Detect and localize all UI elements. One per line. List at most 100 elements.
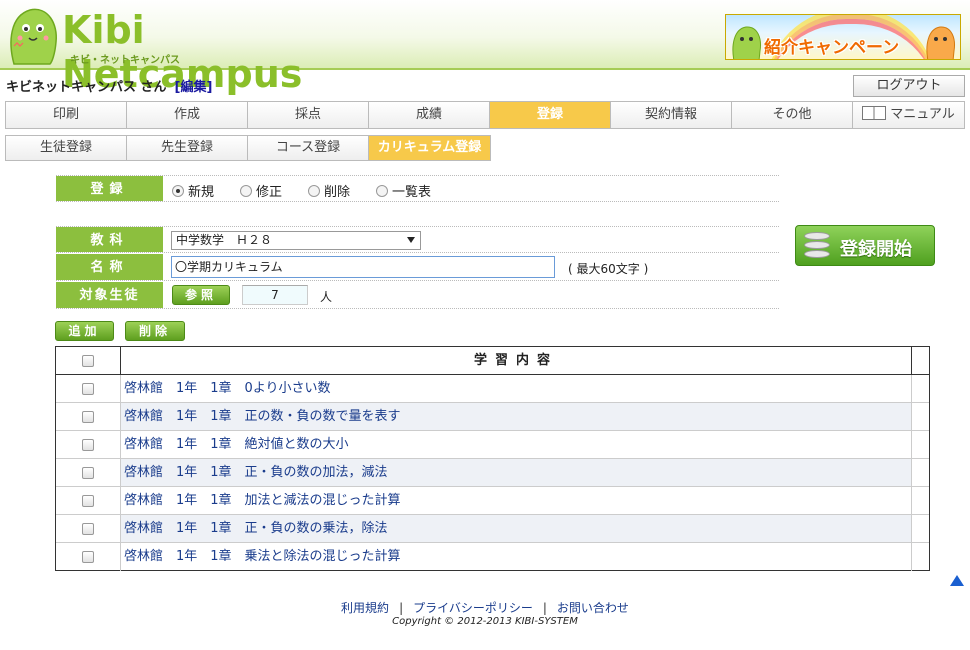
scrollbar-track[interactable] xyxy=(911,347,929,374)
row-content[interactable]: 啓林館 1年 1章 正の数・負の数で量を表す xyxy=(121,403,911,430)
scroll-to-top-icon[interactable] xyxy=(950,575,964,586)
select-all-cell xyxy=(56,347,121,374)
row-content[interactable]: 啓林館 1年 1章 正・負の数の加法，減法 xyxy=(121,459,911,486)
row-checkbox[interactable] xyxy=(82,523,94,535)
chevron-down-icon xyxy=(407,237,415,243)
curriculum-name-input[interactable]: 〇学期カリキュラム xyxy=(171,256,555,278)
mode-delete-label: 削除 xyxy=(324,185,351,200)
name-max-length-hint: ( 最大60文字 ) xyxy=(568,262,649,276)
row-checkbox[interactable] xyxy=(82,495,94,507)
register-start-label: 登録開始 xyxy=(840,239,912,260)
terms-link[interactable]: 利用規約 xyxy=(341,601,389,615)
row-edge xyxy=(911,543,929,571)
mode-delete-radio[interactable]: 削除 xyxy=(308,181,350,200)
mode-edit-label: 修正 xyxy=(256,185,283,200)
mode-list-radio[interactable]: 一覧表 xyxy=(376,181,431,200)
row-content[interactable]: 啓林館 1年 1章 0より小さい数 xyxy=(121,375,911,402)
subnav-teacher-register[interactable]: 先生登録 xyxy=(127,136,248,160)
campaign-mascot-orange-icon xyxy=(926,26,955,59)
name-label: 名称 xyxy=(56,254,163,280)
mode-edit-radio[interactable]: 修正 xyxy=(240,181,282,200)
table-row: 啓林館 1年 1章 正の数・負の数で量を表す xyxy=(56,403,929,431)
table-row: 啓林館 1年 1章 乗法と除法の混じった計算 xyxy=(56,543,929,571)
kibi-netcampus-logo[interactable]: Kibi Netcampus キビ・ネットキャンパス xyxy=(4,2,344,96)
campaign-mascot-icon xyxy=(732,26,761,59)
subject-label: 教科 xyxy=(56,227,163,252)
row-edge xyxy=(911,487,929,514)
subnav-course-register[interactable]: コース登録 xyxy=(248,136,369,160)
nav-register[interactable]: 登録 xyxy=(490,102,611,128)
subnav-student-register[interactable]: 生徒登録 xyxy=(6,136,127,160)
database-icon xyxy=(804,232,830,260)
logout-button[interactable]: ログアウト xyxy=(853,75,965,97)
mode-row: 登録 新規 修正 削除 一覧表 xyxy=(56,175,779,202)
footer-separator: | xyxy=(542,601,547,615)
name-row: 名称 〇学期カリキュラム ( 最大60文字 ) xyxy=(56,254,779,281)
register-start-button[interactable]: 登録開始 xyxy=(795,225,935,266)
subnav-curriculum-register[interactable]: カリキュラム登録 xyxy=(369,136,490,160)
table-header: 学習内容 xyxy=(56,347,929,375)
row-content[interactable]: 啓林館 1年 1章 正・負の数の乗法，除法 xyxy=(121,515,911,542)
row-checkbox-cell xyxy=(56,543,121,571)
row-content[interactable]: 啓林館 1年 1章 乗法と除法の混じった計算 xyxy=(121,543,911,571)
row-checkbox-cell xyxy=(56,487,121,514)
row-checkbox-cell xyxy=(56,459,121,486)
nav-other[interactable]: その他 xyxy=(732,102,853,128)
book-icon xyxy=(862,106,887,120)
copyright: Copyright © 2012-2013 KIBI-SYSTEM xyxy=(392,616,578,627)
nav-contract[interactable]: 契約情報 xyxy=(611,102,732,128)
mode-radio-group: 新規 修正 削除 一覧表 xyxy=(172,181,457,200)
mode-new-label: 新規 xyxy=(188,185,215,200)
nav-results[interactable]: 成績 xyxy=(369,102,490,128)
table-row: 啓林館 1年 1章 正・負の数の乗法，除法 xyxy=(56,515,929,543)
row-edge xyxy=(911,459,929,486)
radio-dot xyxy=(308,184,321,197)
radio-dot xyxy=(376,184,389,197)
row-checkbox-cell xyxy=(56,375,121,402)
nav-grading[interactable]: 採点 xyxy=(248,102,369,128)
target-count-unit: 人 xyxy=(320,290,333,304)
subject-select[interactable]: 中学数学 Ｈ２８ xyxy=(171,231,421,250)
row-edge xyxy=(911,375,929,402)
row-checkbox[interactable] xyxy=(82,467,94,479)
nav-create[interactable]: 作成 xyxy=(127,102,248,128)
privacy-policy-link[interactable]: プライバシーポリシー xyxy=(413,601,533,615)
nav-manual[interactable]: マニュアル xyxy=(853,102,964,128)
row-checkbox[interactable] xyxy=(82,411,94,423)
mode-label: 登録 xyxy=(56,176,163,201)
reference-button[interactable]: 参照 xyxy=(172,285,230,305)
mode-list-label: 一覧表 xyxy=(392,185,432,200)
delete-button[interactable]: 削除 xyxy=(125,321,185,341)
nav-print[interactable]: 印刷 xyxy=(6,102,127,128)
edit-profile-link[interactable]: [編集] xyxy=(175,80,213,95)
target-students-row: 対象生徒 参照 7 人 xyxy=(56,282,779,309)
mascot-icon xyxy=(10,8,57,65)
row-content[interactable]: 啓林館 1年 1章 加法と減法の混じった計算 xyxy=(121,487,911,514)
select-all-checkbox[interactable] xyxy=(82,355,94,367)
row-edge xyxy=(911,515,929,542)
row-edge xyxy=(911,403,929,430)
learning-content-table: 学習内容 啓林館 1年 1章 0より小さい数 啓林館 1年 1章 正の数・負の数… xyxy=(55,346,930,571)
site-header: Kibi Netcampus キビ・ネットキャンパス 紹介キャンペーン xyxy=(0,0,970,96)
add-button[interactable]: 追加 xyxy=(55,321,114,341)
footer-links: 利用規約 | プライバシーポリシー | お問い合わせ xyxy=(0,599,970,616)
row-content[interactable]: 啓林館 1年 1章 絶対値と数の大小 xyxy=(121,431,911,458)
referral-campaign-banner[interactable]: 紹介キャンペーン xyxy=(725,14,961,60)
campaign-label: 紹介キャンペーン xyxy=(764,38,900,58)
table-row: 啓林館 1年 1章 0より小さい数 xyxy=(56,375,929,403)
radio-dot xyxy=(240,184,253,197)
table-row: 啓林館 1年 1章 加法と減法の混じった計算 xyxy=(56,487,929,515)
subject-row: 教科 中学数学 Ｈ２８ xyxy=(56,226,779,253)
user-name: キビネットキャンパス さん xyxy=(6,80,167,95)
mode-new-radio[interactable]: 新規 xyxy=(172,181,214,200)
row-checkbox[interactable] xyxy=(82,551,94,563)
table-header-title: 学習内容 xyxy=(473,353,558,368)
row-checkbox-cell xyxy=(56,403,121,430)
contact-link[interactable]: お問い合わせ xyxy=(557,601,629,615)
table-row: 啓林館 1年 1章 絶対値と数の大小 xyxy=(56,431,929,459)
row-checkbox[interactable] xyxy=(82,383,94,395)
row-checkbox-cell xyxy=(56,431,121,458)
row-checkbox[interactable] xyxy=(82,439,94,451)
target-count-field[interactable]: 7 xyxy=(242,285,308,305)
nav-manual-label: マニュアル xyxy=(890,107,955,122)
